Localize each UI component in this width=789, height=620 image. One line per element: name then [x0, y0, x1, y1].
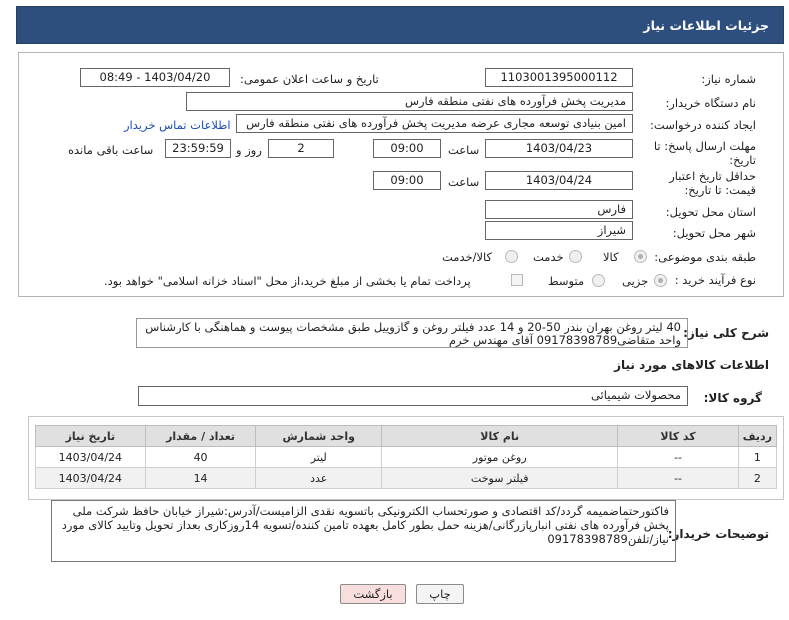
days-label: روز و — [236, 143, 262, 157]
category-option-service: خدمت — [533, 250, 564, 264]
cell-unit: عدد — [255, 467, 383, 489]
column-header-unit: واحد شمارش — [255, 425, 383, 447]
goods-table-header: ردیف کد کالا نام کالا واحد شمارش تعداد /… — [35, 425, 778, 447]
deadline-label: مهلت ارسال پاسخ: تا تاریخ: — [653, 139, 756, 167]
print-button[interactable]: چاپ — [416, 584, 464, 604]
buyer-notes-label: توضیحات خریدار: — [667, 527, 769, 541]
column-header-date: تاریخ نیاز — [35, 425, 146, 447]
goods-table: ردیف کد کالا نام کالا واحد شمارش تعداد /… — [35, 425, 778, 489]
column-header-row: ردیف — [737, 425, 778, 447]
announce-field: 1403/04/20 - 08:49 — [80, 68, 230, 87]
goods-section-title: اطلاعات کالاهای مورد نیاز — [614, 358, 769, 372]
cell-row-number: 1 — [737, 446, 778, 468]
description-label: شرح کلی نیاز: — [683, 326, 769, 340]
category-label: طبقه بندی موضوعی: — [654, 250, 756, 264]
need-number-field: 1103001395000112 — [485, 68, 633, 87]
process-radio-minor[interactable] — [654, 274, 667, 287]
cell-name: فیلتر سوخت — [381, 467, 619, 489]
cell-qty: 14 — [144, 467, 257, 489]
days-field: 2 — [268, 139, 334, 158]
buyer-label: نام دستگاه خریدار: — [665, 96, 756, 110]
cell-qty: 40 — [144, 446, 257, 468]
category-radio-goods[interactable] — [634, 250, 647, 263]
remaining-label: ساعت باقی مانده — [68, 143, 154, 157]
buyer-field: مدیریت پخش فرآورده های نفتی منطقه فارس — [186, 92, 633, 111]
deadline-date-field: 1403/04/23 — [485, 139, 633, 158]
category-option-goods: کالا — [603, 250, 619, 264]
validity-label: حداقل تاریخ اعتبار قیمت: تا تاریخ: — [669, 169, 756, 197]
category-radio-goods-service[interactable] — [505, 250, 518, 263]
creator-field: امین بنیادی توسعه مجاری عرضه مدیریت پخش … — [236, 114, 633, 133]
column-header-qty: تعداد / مقدار — [144, 425, 257, 447]
process-option-minor: جزیی — [622, 274, 649, 288]
city-field: شیراز — [485, 221, 633, 240]
buyer-notes-box: فاکتورحتماضمیمه گردد/کد اقتصادی و صورتحس… — [51, 500, 676, 562]
payment-note: پرداخت تمام یا بخشی از مبلغ خرید،از محل … — [104, 274, 471, 288]
province-label: استان محل تحویل: — [665, 205, 756, 219]
table-row: 1 -- روغن موتور لیتر 40 1403/04/24 — [35, 446, 778, 468]
cell-name: روغن موتور — [381, 446, 619, 468]
announce-label: تاریخ و ساعت اعلان عمومی: — [240, 72, 379, 86]
category-option-goods-service: کالا/خدمت — [442, 250, 493, 264]
treasury-checkbox[interactable] — [511, 274, 523, 286]
page-title: جزئیات اطلاعات نیاز — [16, 6, 784, 44]
deadline-time-label: ساعت — [448, 143, 480, 157]
process-radio-medium[interactable] — [592, 274, 605, 287]
deadline-time-field: 09:00 — [373, 139, 441, 158]
creator-label: ایجاد کننده درخواست: — [650, 118, 756, 132]
cell-date: 1403/04/24 — [35, 446, 146, 468]
cell-row-number: 2 — [737, 467, 778, 489]
province-field: فارس — [485, 200, 633, 219]
remaining-time-field: 23:59:59 — [165, 139, 231, 158]
process-option-medium: متوسط — [548, 274, 585, 288]
cell-code: -- — [617, 467, 739, 489]
column-header-name: نام کالا — [381, 425, 619, 447]
back-button[interactable]: بازگشت — [340, 584, 406, 604]
goods-group-label: گروه کالا: — [703, 391, 762, 405]
process-label: نوع فرآیند خرید : — [674, 273, 756, 287]
validity-date-field: 1403/04/24 — [485, 171, 633, 190]
cell-unit: لیتر — [255, 446, 383, 468]
description-box: 40 لیتر روغن بهران بندر 50-20 و 14 عدد ف… — [136, 318, 688, 348]
cell-date: 1403/04/24 — [35, 467, 146, 489]
goods-group-field: محصولات شیمیائی — [138, 386, 688, 406]
goods-table-container: ردیف کد کالا نام کالا واحد شمارش تعداد /… — [28, 416, 784, 500]
cell-code: -- — [617, 446, 739, 468]
table-row: 2 -- فیلتر سوخت عدد 14 1403/04/24 — [35, 467, 778, 489]
city-label: شهر محل تحویل: — [672, 226, 756, 240]
validity-time-field: 09:00 — [373, 171, 441, 190]
column-header-code: کد کالا — [617, 425, 739, 447]
need-number-label: شماره نیاز: — [701, 72, 756, 86]
buyer-contact-link[interactable]: اطلاعات تماس خریدار — [124, 118, 231, 132]
validity-time-label: ساعت — [448, 175, 480, 189]
category-radio-service[interactable] — [569, 250, 582, 263]
